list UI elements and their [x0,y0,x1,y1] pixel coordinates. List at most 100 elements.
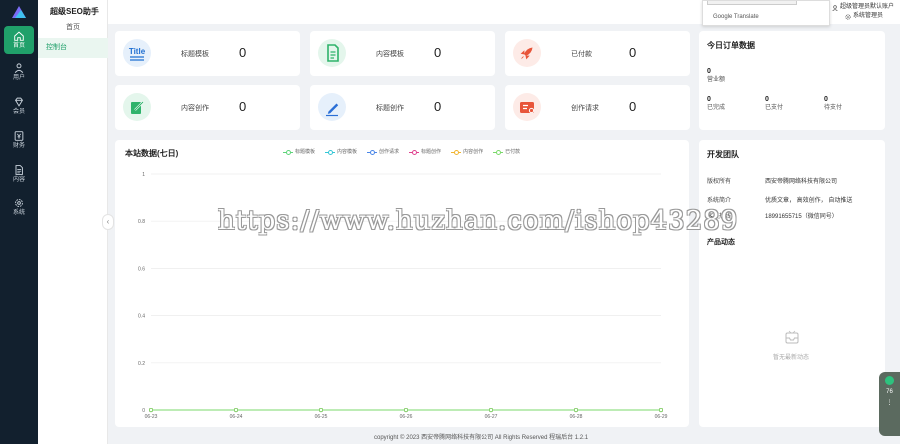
legend-swatch [325,149,336,155]
rail-item-label: 用户 [12,75,25,81]
data-point [318,407,323,412]
y-tick-label: 0.4 [138,314,145,320]
x-tick-label: 06-27 [485,414,498,420]
x-tick-label: 06-29 [655,414,668,420]
data-point [403,407,408,412]
gear-icon [15,199,23,207]
stat-card[interactable]: Title 标题模板 0 [115,31,300,76]
stat-value: 0 [239,99,247,114]
legend-label: 标题模板 [295,149,316,155]
yen-icon [14,131,24,141]
stat-value: 0 [434,45,442,60]
stat-label: 创作请求 [571,105,599,112]
line-chart: 00.20.40.60.8106-23 06-24 06-25 06-26 06-27 0… [138,172,668,420]
collapse-menu-button[interactable]: ‹ [102,214,114,230]
stat-value: 0 [434,99,442,114]
legend-item[interactable]: 标题模板 [283,148,315,155]
order-cell: 0 已支付 [765,96,784,111]
widget-dots: ⋮ [886,400,893,406]
dev-row: 系统简介 优质文章， 高效创作， 自动推送 [707,198,853,204]
news-title: 产品动态 [707,239,735,246]
data-point [488,407,493,412]
chart-title: 本站数据(七日) [125,149,179,158]
svg-text:Title: Title [129,47,146,56]
translate-select[interactable] [707,1,797,5]
order-cell: 0 已完成 [707,96,726,111]
dev-team-panel: 开发团队 版权所有 西安帝腾网络科技有限公司 系统简介 优质文章， 高效创作， … [699,140,885,427]
google-translate-popup[interactable]: Google Translate [702,0,830,26]
stat-label: 标题模板 [181,51,209,58]
legend-label: 创作请求 [379,149,400,155]
empty-news-text: 暂无最新动态 [773,355,810,361]
stat-card[interactable]: 创作请求 0 [505,85,690,130]
dev-team-title: 开发团队 [707,150,739,159]
empty-inbox-icon [785,330,799,344]
legend-item[interactable]: 已付款 [493,148,520,155]
chart-card: 0 0.2 0.4 0.6 0.8 1 06-23 06-24 06-25 06-26 06-27 0… [115,140,689,427]
submenu-home-link[interactable]: 首页 [38,22,108,32]
rail-item-label: 内容 [12,177,25,183]
dev-row: 版权所有 西安帝腾网络科技有限公司 [707,179,838,185]
stat-value: 0 [629,45,637,60]
rail-item-5[interactable]: 系统 [4,193,34,221]
data-point [234,407,239,412]
legend-swatch [493,149,504,155]
rail-item-3[interactable]: 财务 [4,126,34,154]
rail-item-0[interactable]: 首页 [4,26,34,54]
chart-legend: 标题模板 内容模板 创作请求 标题创作 内容创作 已付款 [283,148,520,155]
pen-icon [318,93,346,121]
legend-item[interactable]: 创作请求 [367,148,399,155]
file-icon [318,39,346,67]
legend-label: 已付款 [505,149,521,155]
rail-item-label: 会员 [12,109,25,115]
x-tick-label: 06-24 [230,414,243,420]
order-total: 0 营业额 [707,68,726,83]
ticket-icon [513,93,541,121]
brand-title: 超级SEO助手 [50,7,99,16]
legend-item[interactable]: 标题创作 [409,148,441,155]
diamond-icon [14,97,24,107]
orders-title: 今日订单数据 [707,41,755,50]
submenu-dashboard-link[interactable]: 控制台 [38,38,108,58]
stat-card[interactable]: 标题创作 0 [310,85,495,130]
x-tick-label: 06-28 [570,414,583,420]
legend-swatch [283,149,293,155]
orders-panel: 今日订单数据 0 营业额 0 已完成 0 已支付 0 待支付 [699,31,885,130]
legend-label: 标题创作 [421,149,442,155]
stat-label: 内容创作 [181,105,209,112]
legend-item[interactable]: 内容创作 [451,148,483,155]
document-icon [15,165,23,175]
data-point [149,407,154,412]
widget-value: 76 [886,389,893,395]
rail-item-1[interactable]: 用户 [4,58,34,86]
stat-card[interactable]: 内容模板 0 [310,31,495,76]
legend-swatch [409,149,420,155]
footer-copyright: copyright © 2023 西安帝腾网络科技有限公司 All Rights… [374,435,589,441]
stat-card[interactable]: 内容创作 0 [115,85,300,130]
x-tick-label: 06-26 [400,414,413,420]
y-tick-label: 0.2 [138,361,145,367]
gear-icon [845,13,851,20]
system-manage[interactable]: 系统管理员 [832,12,894,21]
stat-label: 已付款 [571,51,592,58]
rail-item-label: 首页 [12,43,25,49]
stat-value: 0 [629,99,637,114]
account-name[interactable]: 超级管理员默认账户 [832,3,894,12]
y-tick-label: 0.8 [138,219,145,225]
account-area: 超级管理员默认账户 系统管理员 [832,3,894,21]
rail-item-2[interactable]: 会员 [4,92,34,120]
app-logo[interactable] [10,4,28,20]
rail-item-4[interactable]: 内容 [4,160,34,188]
translate-label: Google Translate [713,14,759,20]
dev-row: 客服热线 18991655715（微信同号） [707,214,838,220]
data-point [573,407,578,412]
legend-item[interactable]: 内容模板 [325,148,357,155]
user-icon [14,63,24,74]
x-tick-label: 06-23 [145,414,158,420]
stat-label: 内容模板 [376,51,404,58]
rocket-icon [513,39,541,67]
y-tick-label: 1 [142,172,145,178]
stat-card[interactable]: 已付款 0 [505,31,690,76]
y-tick-label: 0.6 [138,266,145,272]
floating-widget[interactable]: 76 ⋮ [879,372,900,436]
